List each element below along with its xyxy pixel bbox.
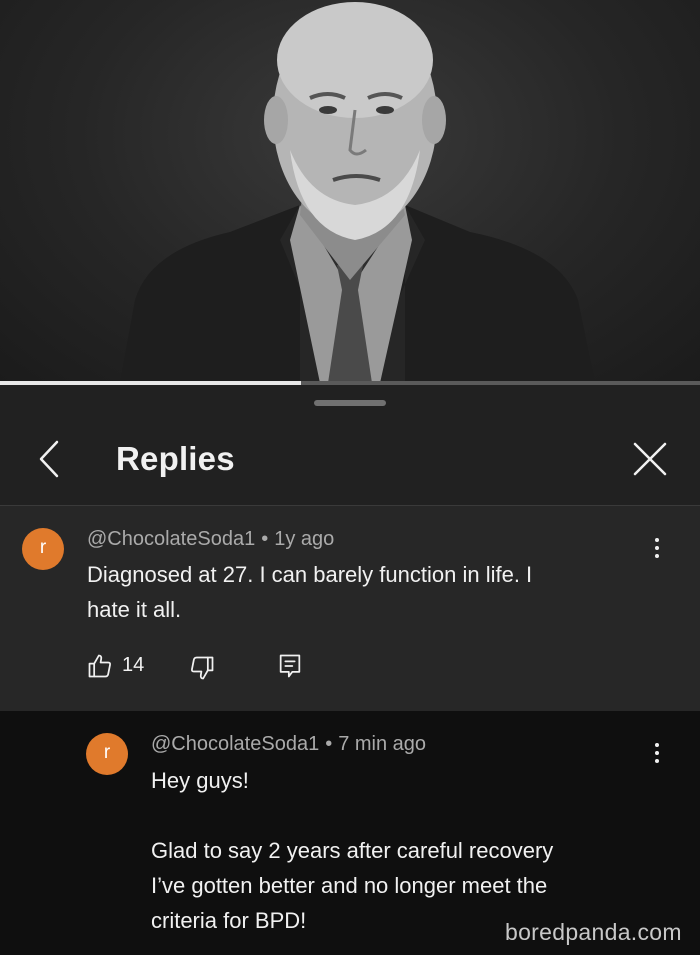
comment-time: 1y ago xyxy=(274,528,335,550)
comment-reply-icon xyxy=(279,654,301,678)
page-title: Replies xyxy=(116,440,235,477)
replies-sheet: Replies r @ChocolateSoda1 • 1y ago Diagnos… xyxy=(0,385,700,955)
chevron-left-icon xyxy=(39,440,59,478)
meta-separator: • xyxy=(325,733,333,755)
comment-author[interactable]: @ChocolateSoda1 xyxy=(87,528,255,550)
close-icon xyxy=(633,442,667,476)
thumbs-up-icon xyxy=(88,654,111,678)
comment-menu-button[interactable] xyxy=(645,532,669,564)
avatar[interactable]: r xyxy=(86,733,128,775)
comment-text: Diagnosed at 27. I can barely function i… xyxy=(87,562,533,622)
dislike-button[interactable] xyxy=(188,646,222,686)
drag-handle[interactable] xyxy=(314,400,386,406)
close-button[interactable] xyxy=(628,437,672,481)
thumbs-down-icon xyxy=(191,656,214,680)
video-frame-image xyxy=(120,2,595,383)
comment-text: Hey guys! Glad to say 2 years after care… xyxy=(151,768,554,933)
reply-button[interactable] xyxy=(276,646,310,686)
avatar[interactable]: r xyxy=(22,528,64,570)
comment-author[interactable]: @ChocolateSoda1 xyxy=(151,733,319,755)
watermark: boredpanda.com xyxy=(505,919,682,945)
video-player[interactable] xyxy=(0,0,700,383)
comment-meta: @ChocolateSoda1 • 1y ago xyxy=(87,528,334,551)
parent-comment: r @ChocolateSoda1 • 1y ago Diagnosed at 27… xyxy=(0,506,700,711)
meta-separator: • xyxy=(261,528,269,550)
back-button[interactable] xyxy=(30,437,70,481)
comment-time: 7 min ago xyxy=(338,733,427,755)
comment-menu-button[interactable] xyxy=(645,737,669,769)
like-count: 14 xyxy=(122,654,145,676)
replies-header: Replies xyxy=(0,415,700,506)
like-button[interactable]: 14 xyxy=(86,646,156,686)
comment-meta: @ChocolateSoda1 • 7 min ago xyxy=(151,733,426,756)
